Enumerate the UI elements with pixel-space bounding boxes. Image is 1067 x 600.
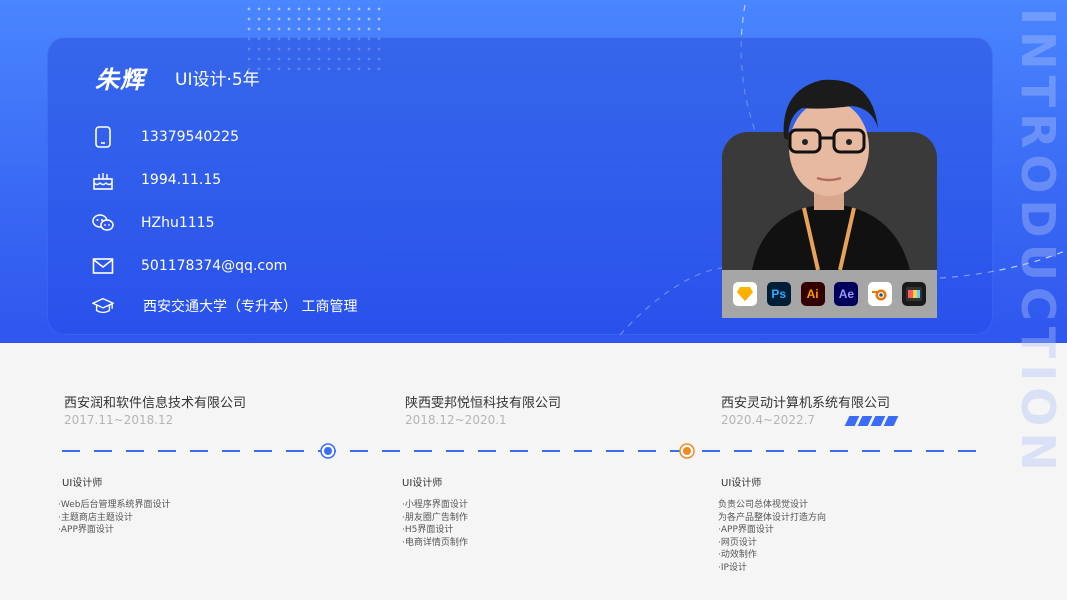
phone-row: 13379540225 bbox=[92, 125, 239, 149]
after-effects-icon: Ae bbox=[834, 282, 859, 306]
decorative-stripes bbox=[844, 416, 899, 426]
work-period: 2018.12~2020.1 bbox=[405, 413, 507, 427]
sketch-icon bbox=[732, 282, 757, 306]
duty-item: ·主题商店主题设计 bbox=[58, 512, 133, 523]
education-row: 西安交通大学（专升本） 工商管理 bbox=[92, 294, 357, 318]
duty-item: 负责公司总体视觉设计 bbox=[718, 500, 809, 510]
profile-name: 朱辉 bbox=[95, 66, 145, 94]
duty-item: ·APP界面设计 bbox=[58, 525, 114, 535]
introduction-watermark: INTRODUCTION bbox=[1011, 8, 1065, 477]
duty-item: ·电商详情页制作 bbox=[402, 537, 468, 548]
job-title: UI设计师 bbox=[402, 478, 443, 489]
company-name: 陕西雯邦悦恒科技有限公司 bbox=[405, 396, 562, 411]
person-portrait bbox=[752, 79, 910, 270]
timeline bbox=[62, 443, 982, 459]
work-period: 2020.4~2022.7 bbox=[721, 413, 816, 427]
duty-item: ·APP界面设计 bbox=[718, 525, 774, 535]
company-name: 西安润和软件信息技术有限公司 bbox=[64, 396, 247, 411]
duty-item: ·网页设计 bbox=[718, 537, 757, 548]
graduation-cap-icon bbox=[92, 295, 114, 317]
job-title: UI设计师 bbox=[62, 478, 103, 489]
wechat-value: HZhu1115 bbox=[141, 215, 215, 231]
illustrator-icon: Ai bbox=[800, 282, 825, 306]
duty-list: ·小程序界面设计 ·朋友圈广告制作 ·H5界面设计 ·电商详情页制作 bbox=[402, 499, 468, 549]
tools-bar: Ps Ai Ae bbox=[722, 270, 937, 318]
birthday-row: 1994.11.15 bbox=[92, 168, 221, 192]
duty-item: ·IP设计 bbox=[718, 562, 747, 573]
wechat-row: HZhu1115 bbox=[92, 211, 215, 235]
profile-photo: Ps Ai Ae bbox=[722, 68, 937, 318]
duty-item: ·小程序界面设计 bbox=[402, 500, 468, 510]
duty-item: ·H5界面设计 bbox=[402, 525, 454, 535]
duty-item: 为各产品整体设计打造方向 bbox=[718, 512, 827, 523]
photoshop-icon: Ps bbox=[766, 282, 791, 306]
mail-icon bbox=[92, 255, 114, 277]
work-period: 2017.11~2018.12 bbox=[64, 413, 174, 427]
cake-icon bbox=[92, 169, 114, 191]
profile-role: UI设计·5年 bbox=[175, 70, 260, 90]
email-value: 501178374@qq.com bbox=[141, 258, 288, 274]
final-cut-icon bbox=[902, 282, 927, 306]
birthday-value: 1994.11.15 bbox=[141, 172, 222, 188]
duty-item: ·朋友圈广告制作 bbox=[402, 512, 468, 523]
phone-icon bbox=[92, 126, 114, 148]
email-row: 501178374@qq.com bbox=[92, 254, 287, 278]
wechat-icon bbox=[92, 212, 114, 234]
education-value: 西安交通大学（专升本） 工商管理 bbox=[143, 299, 358, 315]
duty-item: ·Web后台管理系统界面设计 bbox=[58, 500, 171, 510]
duty-item: ·动效制作 bbox=[718, 550, 757, 560]
blender-icon bbox=[868, 282, 893, 306]
duty-list: ·Web后台管理系统界面设计 ·主题商店主题设计 ·APP界面设计 bbox=[58, 499, 170, 537]
company-name: 西安灵动计算机系统有限公司 bbox=[721, 396, 891, 411]
job-title: UI设计师 bbox=[721, 478, 762, 489]
phone-value: 13379540225 bbox=[141, 129, 239, 145]
duty-list: 负责公司总体视觉设计 为各产品整体设计打造方向 ·APP界面设计 ·网页设计 ·… bbox=[718, 499, 826, 574]
